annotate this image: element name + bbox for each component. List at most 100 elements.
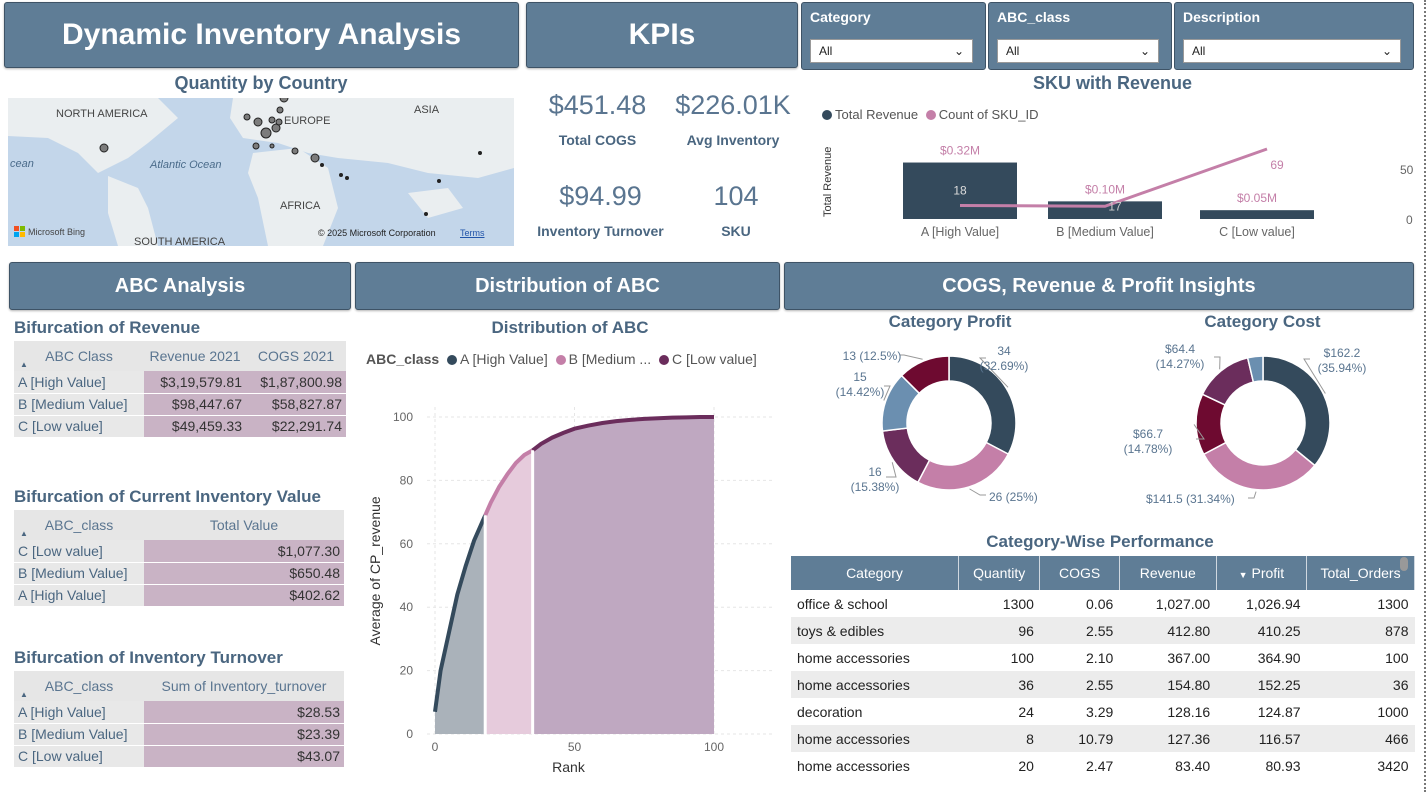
table-cell: 2.55 bbox=[1039, 671, 1120, 698]
table-row[interactable]: B [Medium Value] $23.39 bbox=[14, 723, 344, 746]
table-row[interactable]: C [Low value] $49,459.33 $22,291.74 bbox=[14, 415, 346, 438]
table-row[interactable]: toys & edibles 96 2.55 412.80 410.25 878 bbox=[791, 617, 1415, 644]
cell: $23.39 bbox=[144, 723, 344, 746]
label-leader bbox=[969, 488, 986, 496]
performance-table-body: office & school 1300 0.06 1,027.00 1,026.94 1… bbox=[791, 590, 1415, 779]
col-header[interactable]: Total Value bbox=[144, 510, 344, 540]
table-cell: 152.25 bbox=[1216, 671, 1307, 698]
description-slicer[interactable]: Description All ⌄ bbox=[1174, 2, 1414, 70]
category-cost-title: Category Cost bbox=[1204, 312, 1321, 331]
col-header[interactable]: Revenue bbox=[1119, 556, 1217, 590]
slice-label: (14.42%) bbox=[836, 385, 885, 399]
turnover-table[interactable]: ABC_class ▲ Sum of Inventory_turnover A [… bbox=[14, 671, 344, 768]
table-row[interactable]: A [High Value] $3,19,579.81 $1,87,800.98 bbox=[14, 371, 346, 394]
category-profit-title: Category Profit bbox=[888, 312, 1012, 331]
table-row[interactable]: office & school 1300 0.06 1,027.00 1,026.94 1… bbox=[791, 590, 1415, 617]
country-map[interactable]: NORTH AMERICA EUROPE ASIA AFRICA SOUTH A… bbox=[8, 98, 514, 246]
table-cell: decoration bbox=[797, 703, 863, 720]
table-cell: 20 bbox=[1018, 757, 1034, 774]
y2-tick-label: 0 bbox=[1406, 213, 1413, 227]
abc-class-dropdown[interactable]: All ⌄ bbox=[997, 39, 1159, 63]
sku-revenue-chart[interactable]: Total Revenue $0.32M A [High Value] $0.10M B… bbox=[800, 125, 1425, 245]
col-header[interactable]: ABC_class ▲ bbox=[14, 671, 144, 701]
table-cell: toys & edibles bbox=[791, 617, 959, 644]
table-scrollbar[interactable] bbox=[1400, 557, 1408, 571]
sort-asc-icon: ▲ bbox=[20, 690, 28, 699]
insights-banner: COGS, Revenue & Profit Insights bbox=[784, 262, 1414, 310]
slice-label: (14.78%) bbox=[1124, 442, 1173, 456]
col-header[interactable]: ▼ Profit bbox=[1216, 556, 1308, 590]
windows-logo-icon bbox=[14, 226, 25, 237]
table-row[interactable]: B [Medium Value] $650.48 bbox=[14, 562, 344, 585]
label-leader bbox=[1214, 356, 1221, 370]
category-dropdown[interactable]: All ⌄ bbox=[810, 39, 973, 63]
col-header[interactable]: COGS 2021 bbox=[246, 341, 346, 371]
description-dropdown[interactable]: All ⌄ bbox=[1183, 39, 1401, 63]
map-copyright: © 2025 Microsoft Corporation bbox=[318, 228, 436, 238]
y-tick-label: 80 bbox=[400, 473, 414, 487]
col-header[interactable]: Quantity bbox=[958, 556, 1041, 590]
row-label: B [Medium Value] bbox=[14, 393, 144, 416]
col-header[interactable]: ABC Class ▲ bbox=[14, 341, 144, 371]
table-row[interactable]: C [Low value] $43.07 bbox=[14, 745, 344, 768]
kpi-total-cogs-value: $451.48 bbox=[548, 90, 647, 120]
abc-distribution-chart[interactable]: 0 20 40 60 80 100 0 50 100 Average of CP_revenue R… bbox=[355, 375, 785, 785]
table-cell: 3420 bbox=[1377, 757, 1409, 774]
bar bbox=[1200, 210, 1314, 219]
col-header[interactable]: ABC_class ▲ bbox=[14, 510, 144, 540]
map-title: Quantity by Country bbox=[174, 73, 348, 93]
slice-label: 16 bbox=[868, 465, 882, 479]
table-row[interactable]: B [Medium Value] $98,447.67 $58,827.87 bbox=[14, 393, 346, 416]
performance-table[interactable]: Category Quantity COGS Revenue ▼ Profit T… bbox=[791, 556, 1415, 779]
table-cell: 466 bbox=[1306, 725, 1415, 752]
row-label: B [Medium Value] bbox=[14, 723, 144, 746]
row-label: A [High Value] bbox=[14, 371, 144, 394]
table-row[interactable]: home accessories 36 2.55 154.80 152.25 36 bbox=[791, 671, 1415, 698]
slicer-label: Description bbox=[1183, 9, 1261, 25]
map-terms-link[interactable]: Terms bbox=[460, 228, 485, 238]
table-row[interactable]: home accessories 20 2.47 83.40 80.93 3420 bbox=[791, 752, 1415, 779]
y-axis-label: Average of CP_revenue bbox=[367, 496, 383, 645]
cell: $402.62 bbox=[144, 584, 344, 607]
table-cell: 10.79 bbox=[1039, 725, 1120, 752]
table-cell: home accessories bbox=[797, 649, 910, 666]
table-row[interactable]: home accessories 8 10.79 127.36 116.57 466 bbox=[791, 725, 1415, 752]
table-cell: 96 bbox=[958, 617, 1040, 644]
inventory-table-title: Bifurcation of Current Inventory Value bbox=[14, 487, 321, 506]
area-segment bbox=[435, 515, 486, 734]
table-cell: 367.00 bbox=[1167, 649, 1211, 666]
col-header[interactable]: Category bbox=[791, 556, 959, 590]
inventory-value-table[interactable]: ABC_class ▲ Total Value C [Low value] $1,0… bbox=[14, 510, 344, 607]
col-header[interactable]: Revenue 2021 bbox=[144, 341, 246, 371]
table-cell: 36 bbox=[1306, 671, 1415, 698]
table-row[interactable]: home accessories 100 2.10 367.00 364.90 100 bbox=[791, 644, 1415, 671]
kpi-sku-label: SKU bbox=[721, 223, 751, 239]
x-tick-label: B [Medium Value] bbox=[1056, 225, 1154, 239]
cell: $28.53 bbox=[144, 701, 344, 724]
revenue-table[interactable]: ABC Class ▲ Revenue 2021 COGS 2021 A [Hig… bbox=[14, 341, 346, 438]
table-row[interactable]: decoration 24 3.29 128.16 124.87 1000 bbox=[791, 698, 1415, 725]
table-cell: home accessories bbox=[797, 757, 910, 774]
category-cost-donut[interactable]: $162.2(35.94%) $141.5 (31.34%) $66.7(14.78… bbox=[1110, 335, 1415, 510]
col-header[interactable]: COGS bbox=[1039, 556, 1120, 590]
col-header[interactable]: Total_Orders bbox=[1306, 556, 1415, 590]
abc-class-slicer[interactable]: ABC_class All ⌄ bbox=[988, 2, 1172, 70]
table-row[interactable]: C [Low value] $1,077.30 bbox=[14, 540, 344, 563]
table-row[interactable]: A [High Value] $28.53 bbox=[14, 701, 344, 724]
cell: $98,447.67 bbox=[144, 393, 246, 416]
legend-count-sku: Count of SKU_ID bbox=[938, 107, 1039, 122]
table-row[interactable]: A [High Value] $402.62 bbox=[14, 584, 344, 607]
category-profit-donut[interactable]: 34(32.69%) 26 (25%) 16(15.38%) 15(14.42%) 13… bbox=[790, 335, 1110, 510]
kpi-turnover-label: Inventory Turnover bbox=[537, 223, 664, 239]
slicer-value: All bbox=[1192, 44, 1206, 58]
y-tick-label: 20 bbox=[400, 664, 414, 678]
table-cell: 100 bbox=[1010, 649, 1034, 666]
col-header[interactable]: Sum of Inventory_turnover bbox=[144, 671, 344, 701]
chevron-down-icon: ⌄ bbox=[953, 44, 964, 58]
kpi-sku-value: 104 bbox=[713, 181, 759, 211]
area-segment bbox=[485, 450, 533, 734]
y-tick-label: 100 bbox=[393, 410, 413, 424]
table-cell: 1000 bbox=[1377, 703, 1409, 720]
chevron-down-icon: ⌄ bbox=[1381, 44, 1392, 58]
category-slicer[interactable]: Category All ⌄ bbox=[801, 2, 986, 70]
